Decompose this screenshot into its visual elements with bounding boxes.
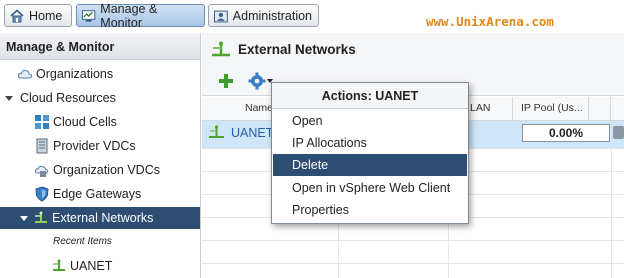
sidebar-item-label: Provider VDCs <box>53 139 136 153</box>
sidebar-item-recent-uanet[interactable]: UANET <box>0 255 200 277</box>
cloud-icon <box>17 69 33 79</box>
column-header-name[interactable]: Name <box>202 97 282 121</box>
sidebar-item-cloud-resources[interactable]: Cloud Resources <box>0 87 200 109</box>
brand-watermark: www.UnixArena.com <box>426 14 554 29</box>
top-navigation-bar: Home Manage & Monitor Administration www… <box>0 0 624 33</box>
table-row-empty <box>202 241 624 264</box>
page-title: External Networks <box>202 33 624 66</box>
org-vdc-icon <box>34 165 49 177</box>
left-panel-header: Manage & Monitor <box>0 33 200 60</box>
sidebar-item-label: Organizations <box>36 67 114 81</box>
sidebar-item-organizations[interactable]: Organizations <box>0 63 200 85</box>
tab-manage-monitor[interactable]: Manage & Monitor <box>76 1 205 30</box>
recent-items-label: Recent Items <box>53 236 112 247</box>
menu-title: Actions: UANET <box>272 83 468 109</box>
sidebar-item-label: Cloud Cells <box>53 115 117 129</box>
sidebar-item-provider-vdcs[interactable]: Provider VDCs <box>0 135 200 157</box>
menu-item-open[interactable]: Open <box>273 110 467 132</box>
network-icon <box>212 41 230 56</box>
add-icon[interactable] <box>218 73 234 89</box>
home-icon <box>10 8 24 22</box>
row-details-icon[interactable] <box>613 126 624 139</box>
row-name-cell[interactable]: UANET <box>208 124 273 141</box>
sidebar-item-label: Edge Gateways <box>53 187 142 201</box>
network-icon <box>209 125 224 138</box>
column-header-ip-pool[interactable]: IP Pool (Us... <box>513 97 589 121</box>
admin-icon <box>213 10 228 22</box>
menu-item-delete[interactable]: Delete <box>273 154 467 176</box>
menu-item-ip-allocations[interactable]: IP Allocations <box>273 132 467 154</box>
sidebar-item-edge-gateways[interactable]: Edge Gateways <box>0 183 200 205</box>
cloud-cells-icon <box>35 115 49 129</box>
tab-home[interactable]: Home <box>4 4 72 27</box>
tab-manage-monitor-label: Manage & Monitor <box>100 1 158 30</box>
tab-administration[interactable]: Administration <box>208 4 319 27</box>
sidebar-item-organization-vdcs[interactable]: Organization VDCs <box>0 159 200 181</box>
column-header-blank-4 <box>611 97 624 121</box>
sidebar-item-external-networks[interactable]: External Networks <box>0 207 200 229</box>
menu-item-open-vsphere[interactable]: Open in vSphere Web Client <box>273 177 467 199</box>
tab-home-label: Home <box>29 8 63 23</box>
sidebar-item-label: External Networks <box>52 211 154 225</box>
tab-administration-label: Administration <box>232 8 312 23</box>
shield-icon <box>35 186 49 202</box>
column-header-blank-3[interactable] <box>589 97 611 121</box>
sidebar-item-cloud-cells[interactable]: Cloud Cells <box>0 111 200 133</box>
row-name-text[interactable]: UANET <box>231 126 273 140</box>
page-title-text: External Networks <box>238 42 356 57</box>
network-icon <box>35 211 47 223</box>
menu-item-properties[interactable]: Properties <box>273 199 467 221</box>
network-icon <box>53 259 65 271</box>
actions-context-menu: Actions: UANET Open IP Allocations Delet… <box>271 82 469 224</box>
ip-pool-usage: 0.00% <box>522 124 610 142</box>
sidebar-item-label: Cloud Resources <box>20 91 116 105</box>
sidebar-item-label: Organization VDCs <box>53 163 160 177</box>
monitor-icon <box>81 9 96 22</box>
sidebar-item-label: UANET <box>70 259 113 273</box>
expand-triangle-icon[interactable] <box>5 95 13 101</box>
provider-vdc-icon <box>36 138 48 154</box>
expand-triangle-icon[interactable] <box>20 215 28 221</box>
